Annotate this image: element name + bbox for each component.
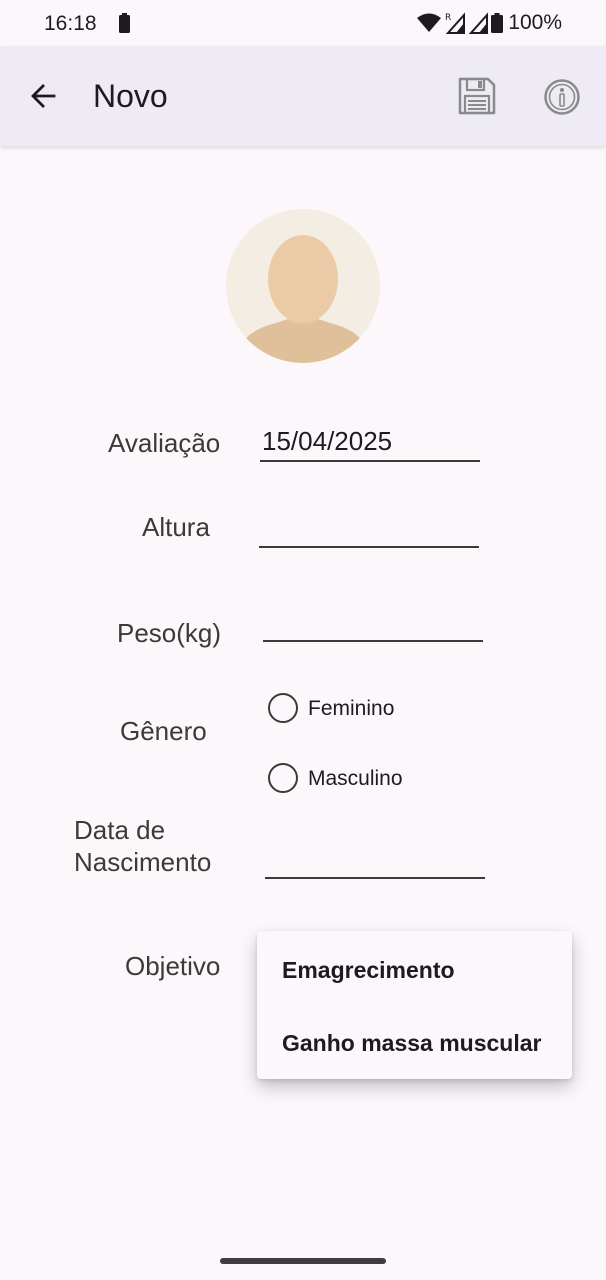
objetivo-dropdown-menu: Emagrecimento Ganho massa muscular (257, 931, 572, 1079)
radio-masculino[interactable] (268, 763, 298, 793)
peso-label: Peso(kg) (117, 618, 222, 648)
data-nascimento-label-line1: Data de (74, 815, 166, 845)
radio-masculino-label[interactable]: Masculino (308, 767, 403, 791)
battery-icon (119, 13, 130, 33)
data-nascimento-label-line2: Nascimento (74, 847, 212, 877)
altura-label: Altura (142, 512, 210, 542)
wifi-icon (417, 13, 442, 32)
avatar[interactable] (226, 209, 380, 363)
avaliacao-date-value: 15/04/2025 (262, 426, 393, 456)
info-circle-icon (544, 79, 580, 115)
radio-feminino[interactable] (268, 693, 298, 723)
gesture-navigation-bar[interactable] (220, 1258, 386, 1264)
avaliacao-label: Avaliação (108, 428, 221, 458)
back-arrow-icon (31, 84, 56, 108)
status-bar: 16:18 R 100% (0, 0, 606, 46)
back-button[interactable] (24, 76, 64, 116)
genero-label: Gênero (120, 716, 207, 746)
save-button[interactable] (455, 74, 499, 118)
floppy-disk-icon (458, 77, 496, 115)
radio-feminino-label[interactable]: Feminino (308, 697, 394, 721)
objetivo-label: Objetivo (125, 951, 221, 981)
battery-full-icon (491, 13, 504, 33)
cell-signal-roaming-icon: R (445, 12, 466, 34)
peso-input[interactable] (263, 604, 483, 642)
data-nascimento-field[interactable] (265, 841, 485, 879)
app-bar: Novo (0, 46, 606, 146)
battery-percent: 100% (508, 11, 562, 34)
status-icons: R 100% (416, 11, 562, 35)
status-time: 16:18 (44, 12, 97, 35)
avaliacao-date-field[interactable]: 15/04/2025 (260, 424, 480, 462)
avatar-placeholder-icon (226, 209, 380, 363)
svg-text:R: R (445, 13, 451, 23)
info-button[interactable] (543, 78, 581, 116)
cell-signal-icon (469, 12, 489, 34)
altura-input[interactable] (259, 510, 479, 548)
page-title: Novo (93, 78, 168, 114)
dropdown-item-ganho-massa-muscular[interactable]: Ganho massa muscular (282, 1030, 542, 1057)
dropdown-item-emagrecimento[interactable]: Emagrecimento (282, 957, 455, 984)
